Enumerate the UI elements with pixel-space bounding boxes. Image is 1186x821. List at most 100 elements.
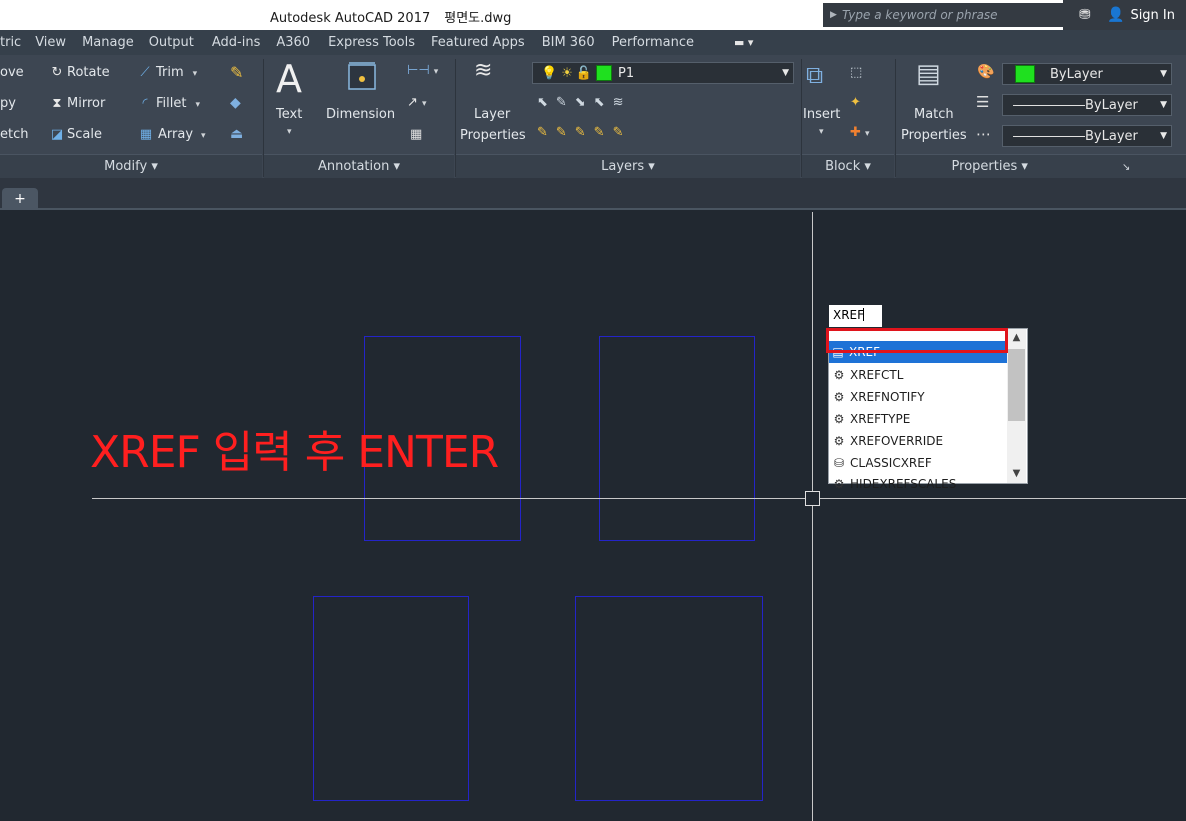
tab-manage[interactable]: Manage <box>82 35 134 50</box>
layer-tools-row1[interactable]: ⬉✎⬊⬉≋ <box>537 95 631 110</box>
layers-panel-title[interactable]: Layers ▾ <box>456 154 800 178</box>
layer-properties-line2[interactable]: Properties <box>460 128 526 143</box>
erase-icon[interactable]: ✎ <box>230 63 243 82</box>
workspace-toggle-icon[interactable]: ▬ ▾ <box>734 36 753 49</box>
rotate-icon: ↻ <box>51 65 63 80</box>
tab-express-tools[interactable]: Express Tools <box>328 35 415 50</box>
mirror-button[interactable]: ⧗ Mirror <box>47 96 105 111</box>
help-search[interactable]: ▶ <box>823 3 1063 27</box>
title-bar: Autodesk AutoCAD 2017 평면도.dwg ▶ ⛃ 👤 Sign … <box>0 0 1186 30</box>
text-button[interactable]: Text <box>276 107 302 122</box>
autocomplete-scrollbar[interactable]: ▲ ▼ <box>1007 329 1026 483</box>
sign-in-link[interactable]: Sign In <box>1130 8 1175 23</box>
plus-icon: + <box>14 191 26 207</box>
move-tool[interactable]: ove <box>0 65 24 80</box>
user-icon[interactable]: 👤 <box>1107 7 1124 23</box>
dimension-button[interactable]: Dimension <box>326 107 395 122</box>
drawing-rectangle[interactable] <box>313 596 469 801</box>
scroll-thumb[interactable] <box>1008 349 1025 421</box>
linear-dim-icon[interactable]: ⊢⊣ ▾ <box>407 63 438 78</box>
block-panel-title[interactable]: Block ▾ <box>802 154 894 178</box>
layer-dropdown-caret-icon: ▼ <box>782 68 789 78</box>
layer-properties-line1[interactable]: Layer <box>474 107 510 122</box>
expand-arrow-icon[interactable]: ▶ <box>830 10 842 20</box>
rotate-button[interactable]: ↻ Rotate <box>47 65 110 80</box>
drawing-rectangle[interactable] <box>599 336 755 541</box>
stretch-tool[interactable]: etch <box>0 127 28 142</box>
lineweight-dropdown[interactable]: ByLayer ▼ <box>1002 94 1172 116</box>
layer-tools-row2[interactable]: ✎✎✎✎✎ <box>537 125 631 140</box>
match-properties-line2[interactable]: Properties <box>901 128 967 143</box>
autocomplete-item-label: XREFOVERRIDE <box>850 434 944 448</box>
trim-button[interactable]: ⟋ Trim ▾ <box>134 65 197 80</box>
trim-icon: ⟋ <box>140 65 150 80</box>
scale-label: Scale <box>67 127 102 142</box>
scroll-down-icon[interactable]: ▼ <box>1007 465 1026 483</box>
copy-tool[interactable]: py <box>0 96 16 111</box>
tab-output[interactable]: Output <box>149 35 194 50</box>
highlight-box <box>826 328 1008 353</box>
drawing-rectangle[interactable] <box>575 596 763 801</box>
autocomplete-item-xrefnotify[interactable]: ⚙ XREFNOTIFY <box>830 386 1010 408</box>
ribbon-tabs: tric View Manage Output Add-ins A360 Exp… <box>0 30 1186 55</box>
trim-dropdown-icon[interactable]: ▾ <box>193 69 198 79</box>
explode-icon[interactable]: ◆ <box>230 95 241 111</box>
autocomplete-item-xrefoverride[interactable]: ⚙ XREFOVERRIDE <box>830 430 1010 452</box>
dimension-icon <box>344 59 380 97</box>
layer-dropdown[interactable]: 💡 ☀ 🔓 P1 ▼ <box>532 62 794 84</box>
match-properties-line1[interactable]: Match <box>914 107 954 122</box>
tab-view[interactable]: View <box>35 35 66 50</box>
text-dropdown-icon[interactable]: ▾ <box>287 123 292 138</box>
tab-add-ins[interactable]: Add-ins <box>212 35 260 50</box>
create-block-icon[interactable]: ⬚ <box>850 65 862 80</box>
gear-icon: ⚙ <box>833 477 845 491</box>
array-dropdown-icon[interactable]: ▾ <box>201 131 206 141</box>
properties-panel-title[interactable]: Properties ▾ ↘ <box>896 154 1186 178</box>
mirror-label: Mirror <box>67 96 106 111</box>
fillet-dropdown-icon[interactable]: ▾ <box>195 100 200 110</box>
annotation-panel-title[interactable]: Annotation ▾ <box>264 154 454 178</box>
crosshair-horizontal <box>92 498 1186 499</box>
color-swatch <box>1015 65 1035 83</box>
tab-parametric[interactable]: tric <box>0 35 21 50</box>
tab-featured-apps[interactable]: Featured Apps <box>431 35 525 50</box>
scroll-up-icon[interactable]: ▲ <box>1007 329 1026 347</box>
offset-icon[interactable]: ⏏ <box>230 126 243 142</box>
fillet-button[interactable]: ◜ Fillet ▾ <box>134 96 200 111</box>
panel-launcher-icon[interactable]: ↘ <box>1122 162 1130 173</box>
modify-panel-title[interactable]: Modify ▾ <box>0 154 262 178</box>
drawing-canvas[interactable]: XREF 입력 후 ENTER <box>0 212 1186 821</box>
array-button[interactable]: ▦ Array ▾ <box>134 127 206 142</box>
autocomplete-item-xrefctl[interactable]: ⚙ XREFCTL <box>830 364 1010 386</box>
tab-performance[interactable]: Performance <box>612 35 694 50</box>
table-icon[interactable]: ▦ <box>410 127 422 142</box>
crosshair-pickbox <box>805 491 820 506</box>
trim-label: Trim <box>156 65 184 80</box>
dynamic-command-input[interactable]: XREF <box>829 305 882 327</box>
linetype-sample <box>1013 135 1085 137</box>
autocomplete-item-label: XREFCTL <box>850 368 904 382</box>
leader-icon[interactable]: ↗ ▾ <box>407 95 427 110</box>
autocomplete-item-hidexrefscales[interactable]: ⚙ HIDEXREFSCALES <box>830 474 1010 494</box>
new-drawing-tab[interactable]: + <box>2 188 38 210</box>
autocomplete-item-label: XREFNOTIFY <box>850 390 925 404</box>
tab-a360[interactable]: A360 <box>276 35 310 50</box>
app-title: Autodesk AutoCAD 2017 <box>270 11 431 26</box>
edit-block-icon[interactable]: ✦ <box>850 95 861 110</box>
linetype-dropdown[interactable]: ByLayer ▼ <box>1002 125 1172 147</box>
array-icon: ▦ <box>139 127 153 142</box>
binoculars-icon[interactable]: ⛃ <box>1079 7 1101 23</box>
color-dropdown[interactable]: ByLayer ▼ <box>1002 63 1172 85</box>
scale-button[interactable]: ◪ Scale <box>47 127 102 142</box>
help-search-input[interactable] <box>842 8 1042 22</box>
block-attributes-icon[interactable]: ✚ ▾ <box>850 125 870 140</box>
insert-dropdown-icon[interactable]: ▾ <box>819 123 824 138</box>
insert-button[interactable]: Insert <box>803 107 840 122</box>
lineweight-value: ByLayer <box>1085 97 1138 113</box>
autocomplete-item-classicxref[interactable]: ⛁ CLASSICXREF <box>830 452 1010 474</box>
linetype-value: ByLayer <box>1085 128 1138 144</box>
dimension-glyph <box>348 62 376 90</box>
account-area: ⛃ 👤 Sign In <box>1063 0 1186 30</box>
tab-bim-360[interactable]: BIM 360 <box>542 35 595 50</box>
autocomplete-item-xreftype[interactable]: ⚙ XREFTYPE <box>830 408 1010 430</box>
